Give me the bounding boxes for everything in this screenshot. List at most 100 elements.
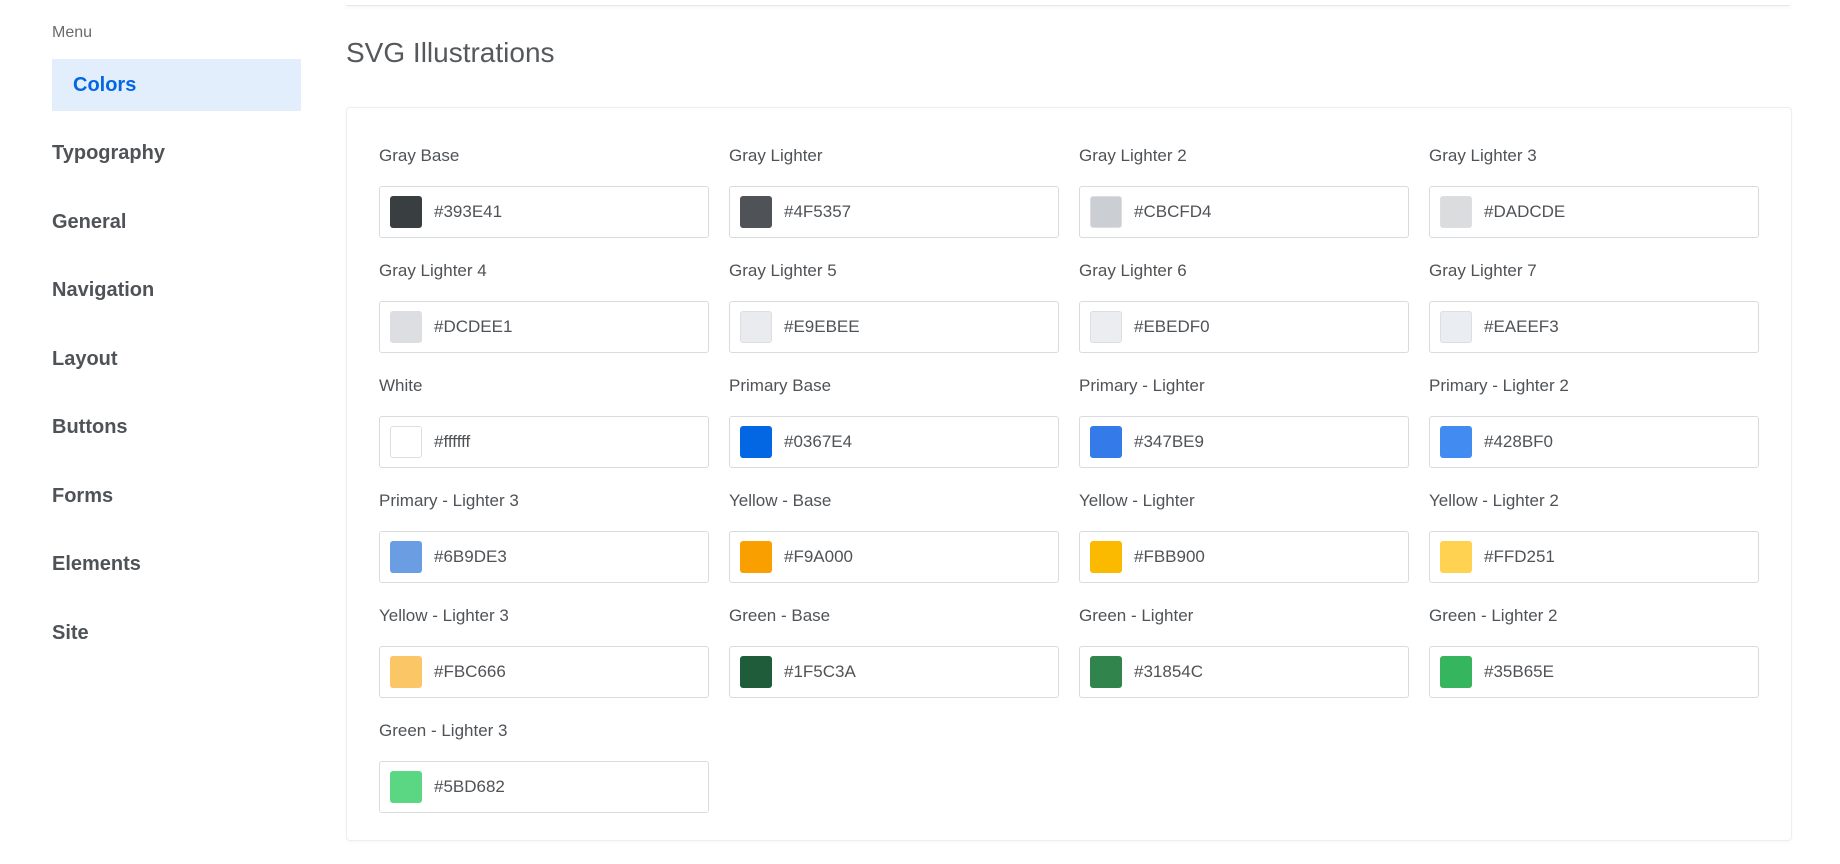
color-swatch-label: Gray Base — [379, 146, 460, 165]
color-hex-value: #FBC666 — [434, 662, 506, 681]
color-hex-value: #DADCDE — [1484, 202, 1566, 221]
color-value-input[interactable]: #0367E4 — [729, 416, 1059, 468]
sidebar-item-forms[interactable]: Forms — [52, 470, 301, 522]
color-chip[interactable] — [390, 541, 422, 573]
color-value-input[interactable]: #ffffff — [379, 416, 709, 468]
color-chip[interactable] — [740, 311, 772, 343]
color-chip[interactable] — [1440, 426, 1472, 458]
color-swatch-label: Gray Lighter 3 — [1429, 146, 1537, 165]
color-swatch-field: Yellow - Lighter #FBB900 — [1079, 491, 1409, 589]
color-swatch-field: Gray Lighter 4 #DCDEE1 — [379, 261, 709, 359]
color-chip[interactable] — [390, 656, 422, 688]
color-swatch-label: Gray Lighter 5 — [729, 261, 837, 280]
color-chip[interactable] — [740, 426, 772, 458]
color-chip[interactable] — [740, 541, 772, 573]
color-palette-card: Gray Base #393E41 Gray Lighter #4F5357 Gray … — [346, 107, 1792, 841]
color-value-input[interactable]: #EAEEF3 — [1429, 301, 1759, 353]
color-swatch-label: Yellow - Lighter 3 — [379, 606, 509, 625]
color-swatch-label: Yellow - Lighter 2 — [1429, 491, 1559, 510]
color-value-input[interactable]: #393E41 — [379, 186, 709, 238]
color-value-input[interactable]: #CBCFD4 — [1079, 186, 1409, 238]
color-hex-value: #428BF0 — [1484, 432, 1553, 451]
color-swatch-field: Green - Lighter 3 #5BD682 — [379, 721, 709, 819]
nav-list: Colors Typography General Navigation Layout B… — [52, 59, 301, 676]
color-value-input[interactable]: #428BF0 — [1429, 416, 1759, 468]
swatch-grid: Gray Base #393E41 Gray Lighter #4F5357 Gray … — [379, 146, 1759, 819]
sidebar-item-typography[interactable]: Typography — [52, 128, 301, 180]
color-chip[interactable] — [390, 196, 422, 228]
color-hex-value: #CBCFD4 — [1134, 202, 1212, 221]
color-chip[interactable] — [1090, 656, 1122, 688]
color-chip[interactable] — [1090, 196, 1122, 228]
sidebar-item-label: Colors — [73, 73, 137, 96]
color-value-input[interactable]: #4F5357 — [729, 186, 1059, 238]
color-swatch-field: Primary - Lighter 2 #428BF0 — [1429, 376, 1759, 474]
sidebar-item-label: Elements — [52, 553, 141, 575]
color-value-input[interactable]: #347BE9 — [1079, 416, 1409, 468]
color-chip[interactable] — [1090, 426, 1122, 458]
sidebar-item-label: Site — [52, 621, 89, 644]
color-chip[interactable] — [1090, 541, 1122, 573]
color-chip[interactable] — [1440, 541, 1472, 573]
top-divider — [346, 0, 1790, 6]
color-chip[interactable] — [740, 196, 772, 228]
sidebar-item-label: Typography — [52, 142, 165, 164]
color-swatch-field: Green - Lighter 2 #35B65E — [1429, 606, 1759, 704]
menu-title: Menu — [52, 24, 93, 41]
color-value-input[interactable]: #EBEDF0 — [1079, 301, 1409, 353]
sidebar-item-elements[interactable]: Elements — [52, 539, 301, 591]
color-swatch-field: Green - Base #1F5C3A — [729, 606, 1059, 704]
sidebar-item-label: General — [52, 210, 127, 233]
sidebar-item-buttons[interactable]: Buttons — [52, 402, 301, 454]
color-hex-value: #E9EBEE — [784, 317, 860, 336]
color-swatch-label: Yellow - Base — [729, 491, 832, 510]
color-value-input[interactable]: #6B9DE3 — [379, 531, 709, 583]
color-value-input[interactable]: #FBB900 — [1079, 531, 1409, 583]
color-value-input[interactable]: #1F5C3A — [729, 646, 1059, 698]
color-chip[interactable] — [740, 656, 772, 688]
color-hex-value: #ffffff — [434, 432, 471, 451]
color-value-input[interactable]: #31854C — [1079, 646, 1409, 698]
color-hex-value: #DCDEE1 — [434, 317, 513, 336]
color-hex-value: #35B65E — [1484, 662, 1554, 681]
color-swatch-label: Gray Lighter 6 — [1079, 261, 1187, 280]
color-hex-value: #F9A000 — [784, 547, 853, 566]
color-value-input[interactable]: #35B65E — [1429, 646, 1759, 698]
color-swatch-field: Yellow - Lighter 2 #FFD251 — [1429, 491, 1759, 589]
color-chip[interactable] — [390, 426, 422, 458]
color-swatch-field: Primary - Lighter 3 #6B9DE3 — [379, 491, 709, 589]
sidebar-item-site[interactable]: Site — [52, 607, 301, 659]
color-swatch-label: Gray Lighter 2 — [1079, 146, 1187, 165]
color-swatch-label: Green - Lighter 3 — [379, 721, 508, 740]
color-swatch-field: Gray Lighter #4F5357 — [729, 146, 1059, 244]
sidebar-item-general[interactable]: General — [52, 196, 301, 248]
color-value-input[interactable]: #F9A000 — [729, 531, 1059, 583]
color-swatch-label: Gray Lighter 4 — [379, 261, 487, 280]
color-swatch-label: Green - Lighter 2 — [1429, 606, 1558, 625]
color-hex-value: #6B9DE3 — [434, 547, 507, 566]
color-value-input[interactable]: #DADCDE — [1429, 186, 1759, 238]
sidebar-item-colors[interactable]: Colors — [52, 59, 301, 111]
color-value-input[interactable]: #E9EBEE — [729, 301, 1059, 353]
color-hex-value: #FFD251 — [1484, 547, 1555, 566]
color-swatch-label: White — [379, 376, 423, 395]
color-swatch-field: Gray Lighter 6 #EBEDF0 — [1079, 261, 1409, 359]
sidebar-item-layout[interactable]: Layout — [52, 333, 301, 385]
color-hex-value: #FBB900 — [1134, 547, 1205, 566]
color-swatch-field: Gray Lighter 7 #EAEEF3 — [1429, 261, 1759, 359]
color-swatch-label: Primary Base — [729, 376, 832, 395]
sidebar-item-navigation[interactable]: Navigation — [52, 265, 301, 317]
color-chip[interactable] — [1090, 311, 1122, 343]
color-chip[interactable] — [390, 771, 422, 803]
color-value-input[interactable]: #FFD251 — [1429, 531, 1759, 583]
color-chip[interactable] — [1440, 656, 1472, 688]
color-chip[interactable] — [1440, 311, 1472, 343]
sidebar: Menu Colors Typography General Navigation La… — [0, 0, 310, 864]
sidebar-item-label: Buttons — [52, 416, 128, 438]
color-value-input[interactable]: #FBC666 — [379, 646, 709, 698]
color-swatch-label: Green - Base — [729, 606, 831, 625]
color-value-input[interactable]: #5BD682 — [379, 761, 709, 813]
color-value-input[interactable]: #DCDEE1 — [379, 301, 709, 353]
color-chip[interactable] — [390, 311, 422, 343]
color-chip[interactable] — [1440, 196, 1472, 228]
